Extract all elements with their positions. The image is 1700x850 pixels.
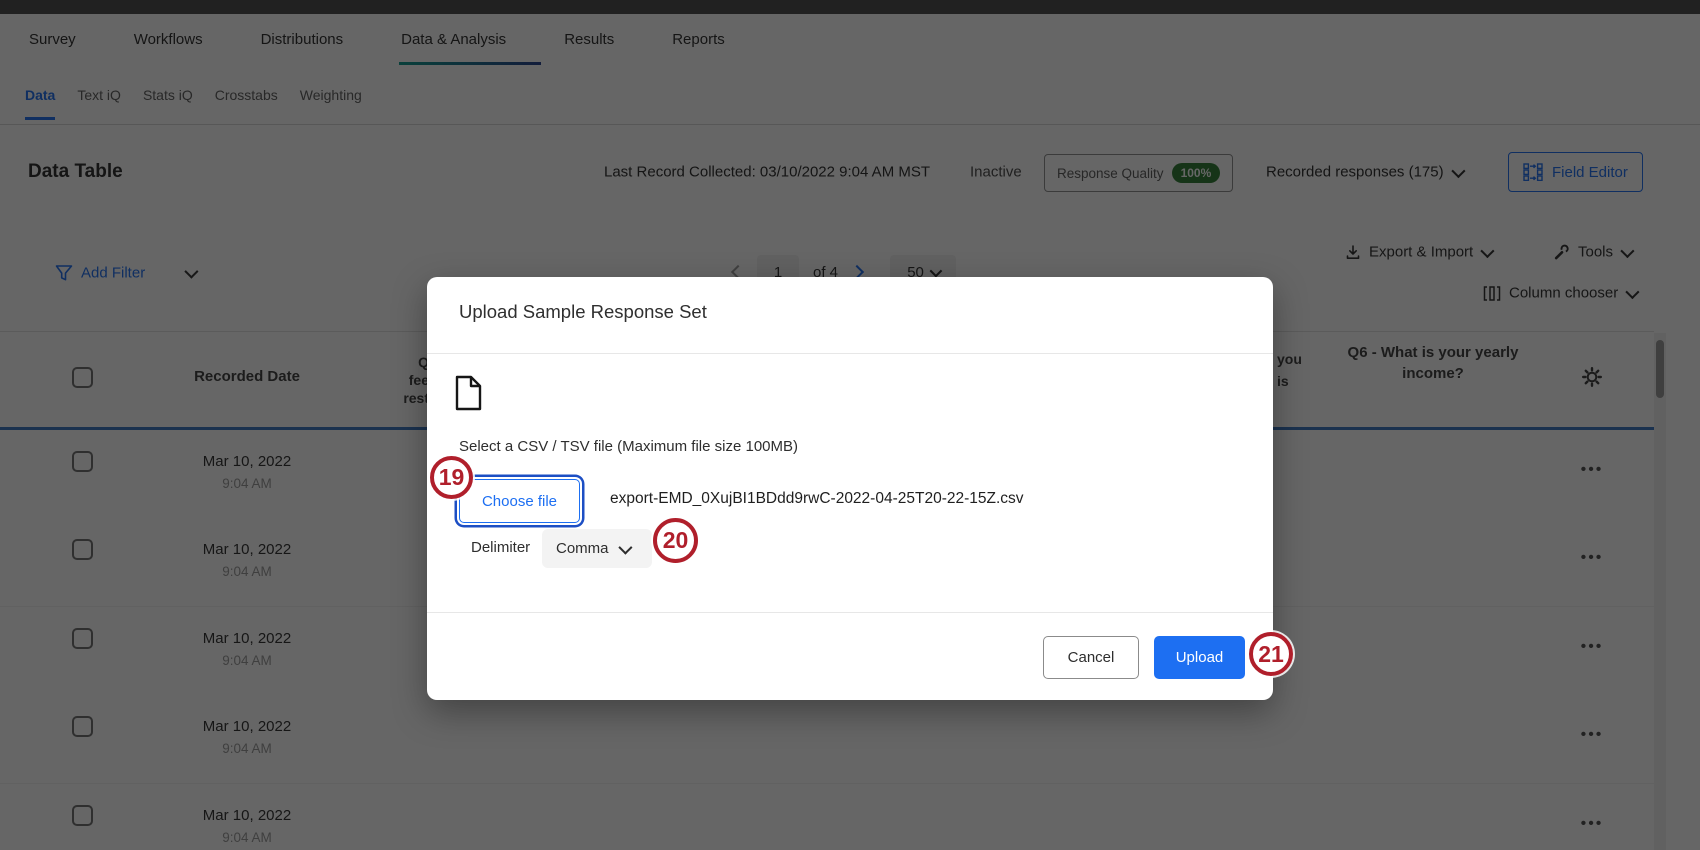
upload-button[interactable]: Upload xyxy=(1154,636,1245,679)
chevron-down-icon xyxy=(617,540,633,555)
annotation-marker-19: 19 xyxy=(430,456,473,499)
app-root: Survey Workflows Distributions Data & An… xyxy=(0,0,1700,850)
annotation-marker-21: 21 xyxy=(1249,632,1293,676)
choose-file-button[interactable]: Choose file xyxy=(459,479,580,523)
delimiter-dropdown[interactable]: Comma xyxy=(542,529,652,568)
document-icon xyxy=(455,375,482,411)
upload-sample-response-set-modal: Upload Sample Response Set Select a CSV … xyxy=(427,277,1273,700)
file-instruction-text: Select a CSV / TSV file (Maximum file si… xyxy=(459,438,798,455)
modal-title-divider xyxy=(427,353,1273,354)
delimiter-label: Delimiter xyxy=(471,539,531,556)
delimiter-value: Comma xyxy=(556,540,609,557)
annotation-marker-20: 20 xyxy=(653,518,698,563)
modal-title: Upload Sample Response Set xyxy=(459,301,707,322)
upload-label: Upload xyxy=(1175,649,1224,666)
modal-footer-divider xyxy=(427,612,1273,613)
cancel-label: Cancel xyxy=(1067,649,1115,666)
cancel-button[interactable]: Cancel xyxy=(1043,636,1139,679)
choose-file-label: Choose file xyxy=(481,492,558,510)
selected-filename: export-EMD_0XujBI1BDdd9rwC-2022-04-25T20… xyxy=(610,490,1024,507)
